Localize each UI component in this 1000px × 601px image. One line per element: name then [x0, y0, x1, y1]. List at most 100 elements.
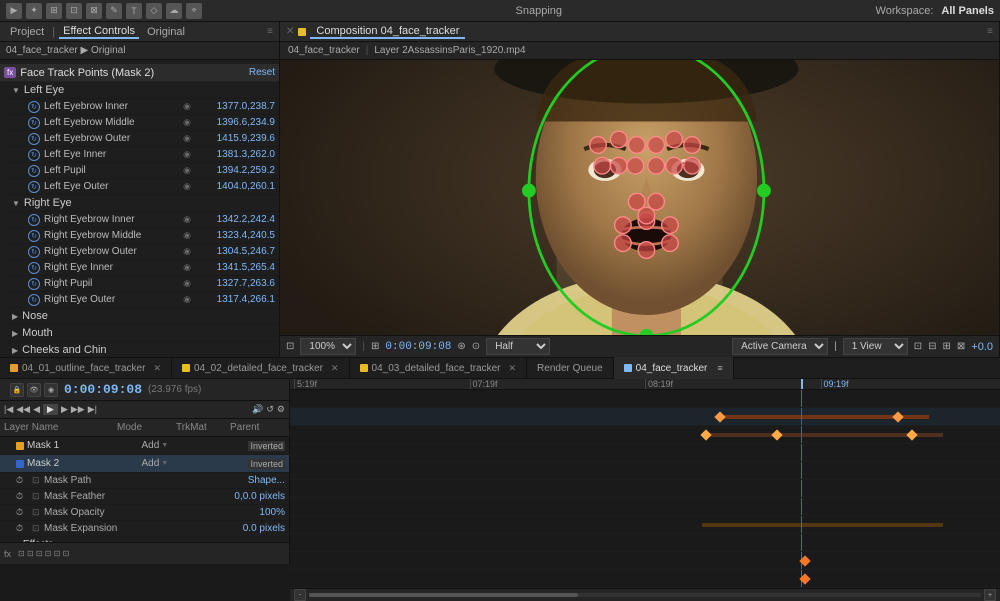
mask-opacity-value[interactable]: 100% [259, 507, 285, 518]
left-eyebrow-outer-value[interactable]: 1415.9,239.6 [195, 133, 275, 144]
tl-nav-next[interactable]: ▶▶ [71, 404, 85, 415]
tl-playhead[interactable] [801, 379, 803, 389]
quality-select[interactable]: Half Full Quarter [486, 338, 550, 355]
tab-project[interactable]: Project [6, 26, 48, 38]
tl-layer-mask1[interactable]: Mask 1 Add ▼ Inverted [0, 437, 289, 455]
toolbar-icon-5[interactable]: ⊠ [86, 3, 102, 19]
tab-outline-face-tracker[interactable]: 04_01_outline_face_tracker ✕ [0, 357, 172, 379]
right-eyebrow-middle-value[interactable]: 1323.4,240.5 [195, 230, 275, 241]
tl-audio-btn[interactable]: 🔊 [252, 404, 263, 415]
camera-select[interactable]: Active Camera [732, 338, 828, 355]
mask1-mode[interactable]: Add ▼ [141, 440, 196, 451]
tab-face-tracker-active[interactable]: 04_face_tracker ≡ [614, 357, 734, 379]
right-pupil-value[interactable]: 1327.7,263.6 [195, 278, 275, 289]
tl-zoom-in[interactable]: + [984, 589, 996, 601]
right-eyebrow-outer-value[interactable]: 1304.5,246.7 [195, 246, 275, 257]
tl-mask-feather[interactable]: ⏱ ⊡ Mask Feather 0,0.0 pixels [0, 489, 289, 505]
view-select[interactable]: 1 View 2 Views [843, 338, 908, 355]
kf-path-2[interactable] [771, 429, 782, 440]
tl-solo-btn[interactable]: ◉ [44, 383, 58, 397]
tab-detailed-face-tracker-2[interactable]: 04_02_detailed_face_tracker ✕ [172, 357, 350, 379]
kf-mask2-end[interactable] [892, 411, 903, 422]
right-eyebrow-inner-item[interactable]: Right Eyebrow Inner ◉ 1342.2,242.4 [8, 212, 279, 228]
comp-menu-icon[interactable]: ≡ [987, 26, 993, 37]
fx-group-header[interactable]: fx Face Track Points (Mask 2) Reset [0, 64, 279, 82]
comp-viewer[interactable] [280, 60, 999, 335]
mask-path-value[interactable]: Shape... [248, 475, 285, 486]
zoom-select[interactable]: 100% 50% 75% 200% [300, 338, 356, 355]
tab5-menu[interactable]: ≡ [717, 363, 722, 373]
right-eye-inner-value[interactable]: 1341.5,265.4 [195, 262, 275, 273]
mask2-mode[interactable]: Add ▼ [141, 458, 196, 469]
right-eyebrow-inner-value[interactable]: 1342.2,242.4 [195, 214, 275, 225]
right-pupil-item[interactable]: Right Pupil ◉ 1327.7,263.6 [8, 276, 279, 292]
tab3-close[interactable]: ✕ [509, 363, 517, 374]
tab-render-queue[interactable]: Render Queue [527, 357, 614, 379]
kf-position-1[interactable] [800, 573, 811, 584]
panel-menu-icon[interactable]: ≡ [267, 26, 273, 37]
tl-nav-start[interactable]: |◀ [4, 404, 13, 415]
tab-detailed-face-tracker-3[interactable]: 04_03_detailed_face_tracker ✕ [350, 357, 528, 379]
comp-timecode[interactable]: 0:00:09:08 [385, 341, 451, 353]
tl-timecode[interactable]: 0:00:09:08 [64, 382, 142, 397]
right-eye-inner-item[interactable]: Right Eye Inner ◉ 1341.5,265.4 [8, 260, 279, 276]
tl-nav-prev[interactable]: ◀◀ [16, 404, 30, 415]
toolbar-icon-8[interactable]: ◇ [146, 3, 162, 19]
right-eye-header[interactable]: ▼ Right Eye [8, 195, 279, 212]
mask-opacity-stopwatch[interactable]: ⏱ [16, 507, 32, 518]
toolbar-icon-7[interactable]: T [126, 3, 142, 19]
comp-close-icon[interactable]: ✕ [286, 26, 294, 37]
left-eyebrow-outer-item[interactable]: Left Eyebrow Outer ◉ 1415.9,239.6 [8, 131, 279, 147]
left-pupil-item[interactable]: Left Pupil ◉ 1394.2,259.2 [8, 163, 279, 179]
left-eye-inner-item[interactable]: Left Eye Inner ◉ 1381.3,262.0 [8, 147, 279, 163]
mask-feather-stopwatch[interactable]: ⏱ [16, 491, 32, 502]
right-eyebrow-middle-item[interactable]: Right Eyebrow Middle ◉ 1323.4,240.5 [8, 228, 279, 244]
mask-expansion-stopwatch[interactable]: ⏱ [16, 523, 32, 534]
left-eyebrow-middle-value[interactable]: 1396.6,234.9 [195, 117, 275, 128]
toolbar-icon-2[interactable]: ✦ [26, 3, 42, 19]
tl-zoom-out[interactable]: - [294, 589, 306, 601]
toolbar-icon-1[interactable]: ▶ [6, 3, 22, 19]
tab1-close[interactable]: ✕ [153, 363, 161, 374]
tl-loop-btn[interactable]: ↺ [266, 404, 274, 415]
reset-button[interactable]: Reset [249, 67, 275, 78]
tl-mask-expansion[interactable]: ⏱ ⊡ Mask Expansion 0.0 pixels [0, 521, 289, 537]
kf-mask2-start[interactable] [714, 411, 725, 422]
tab-original[interactable]: Original [143, 26, 189, 38]
toolbar-icon-3[interactable]: ⊞ [46, 3, 62, 19]
nose-header[interactable]: ▶ Nose [8, 308, 279, 325]
mask-feather-value[interactable]: 0,0.0 pixels [234, 491, 285, 502]
left-eyebrow-inner-value[interactable]: 1377.0,238.7 [195, 101, 275, 112]
left-eyebrow-inner-item[interactable]: Left Eyebrow Inner ◉ 1377.0,238.7 [8, 99, 279, 115]
tl-zoom-slider[interactable] [309, 593, 981, 597]
toolbar-icon-9[interactable]: ☁ [166, 3, 182, 19]
mask-expansion-value[interactable]: 0.0 pixels [243, 523, 285, 534]
right-eye-outer-item[interactable]: Right Eye Outer ◉ 1317.4,266.1 [8, 292, 279, 308]
tab2-close[interactable]: ✕ [331, 363, 339, 374]
tl-nav-next-frame[interactable]: ▶ [61, 404, 68, 415]
tl-mask-path[interactable]: ⏱ ⊡ Mask Path Shape... [0, 473, 289, 489]
kf-path-3[interactable] [906, 429, 917, 440]
cheeks-header[interactable]: ▶ Cheeks and Chin [8, 342, 279, 357]
tl-play-btn[interactable]: ▶ [43, 404, 58, 415]
toolbar-icon-10[interactable]: ⌖ [186, 3, 202, 19]
mask-path-stopwatch[interactable]: ⏱ [16, 475, 32, 486]
tl-eye-btn[interactable]: 👁 [27, 383, 41, 397]
tl-nav-prev-frame[interactable]: ◀ [33, 404, 40, 415]
left-eye-outer-value[interactable]: 1404.0,260.1 [195, 181, 275, 192]
left-eyebrow-middle-item[interactable]: Left Eyebrow Middle ◉ 1396.6,234.9 [8, 115, 279, 131]
right-eyebrow-outer-item[interactable]: Right Eyebrow Outer ◉ 1304.5,246.7 [8, 244, 279, 260]
toolbar-icon-4[interactable]: ⊡ [66, 3, 82, 19]
right-eye-outer-value[interactable]: 1317.4,266.1 [195, 294, 275, 305]
tl-settings-icon[interactable]: ⚙ [277, 404, 285, 415]
left-pupil-value[interactable]: 1394.2,259.2 [195, 165, 275, 176]
toolbar-icon-6[interactable]: ✎ [106, 3, 122, 19]
left-eye-header[interactable]: ▼ Left Eye [8, 82, 279, 99]
mouth-header[interactable]: ▶ Mouth [8, 325, 279, 342]
left-eye-inner-value[interactable]: 1381.3,262.0 [195, 149, 275, 160]
kf-path-1[interactable] [700, 429, 711, 440]
tl-nav-end[interactable]: ▶| [88, 404, 97, 415]
tl-mask-opacity[interactable]: ⏱ ⊡ Mask Opacity 100% [0, 505, 289, 521]
kf-anchor-1[interactable] [800, 555, 811, 566]
comp-tab-main[interactable]: Composition 04_face_tracker [310, 25, 465, 39]
